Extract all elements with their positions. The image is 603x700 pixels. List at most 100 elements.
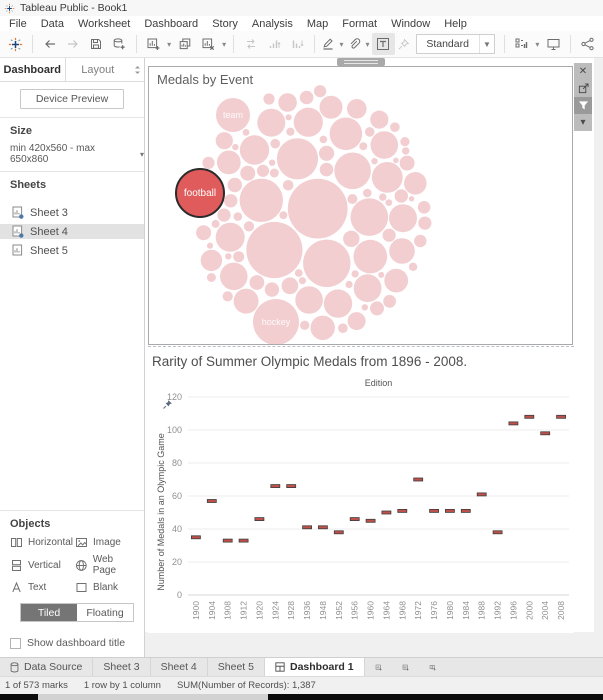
gantt-mark[interactable]	[398, 509, 407, 512]
size-dropdown[interactable]: min 420x560 - max 650x860 ▾	[10, 143, 144, 165]
bubble[interactable]	[352, 270, 359, 277]
bubble[interactable]	[320, 163, 334, 177]
show-mark-labels-button[interactable]	[372, 33, 395, 55]
bubble[interactable]	[286, 128, 294, 136]
bubble[interactable]	[371, 158, 377, 164]
menu-map[interactable]: Map	[300, 18, 335, 30]
fix-axes-button[interactable]	[395, 33, 412, 55]
bubble[interactable]	[389, 238, 415, 264]
pane-collapse-button[interactable]	[130, 58, 144, 81]
bubble[interactable]	[246, 222, 302, 278]
gantt-scatter-chart[interactable]: 0204060801001201900190419081912192019241…	[148, 389, 574, 634]
bubble[interactable]	[338, 323, 348, 333]
bubble[interactable]	[212, 220, 220, 228]
bubble[interactable]	[347, 99, 367, 119]
gantt-mark[interactable]	[541, 432, 550, 435]
bubble[interactable]	[196, 225, 211, 240]
bubble[interactable]	[207, 243, 213, 249]
bubble[interactable]	[370, 301, 384, 315]
new-dashboard-tab-button[interactable]	[392, 658, 419, 676]
go-to-sheet-button[interactable]	[574, 80, 592, 97]
remove-zone-button[interactable]: ✕	[574, 63, 592, 80]
bubble[interactable]	[282, 277, 299, 294]
gantt-mark[interactable]	[477, 493, 486, 496]
bubble[interactable]	[299, 277, 306, 284]
menu-story[interactable]: Story	[205, 18, 245, 30]
bubble[interactable]	[354, 240, 388, 274]
zone-more-options-button[interactable]: ▾	[574, 114, 592, 131]
gantt-mark[interactable]	[430, 509, 439, 512]
bubble[interactable]	[354, 274, 382, 302]
gantt-mark[interactable]	[255, 518, 264, 521]
gantt-mark[interactable]	[207, 500, 216, 503]
bubble[interactable]	[359, 142, 367, 150]
gantt-mark[interactable]	[271, 485, 280, 488]
object-vertical[interactable]: Vertical	[10, 554, 73, 576]
bubble[interactable]	[324, 289, 352, 317]
bubble[interactable]	[295, 269, 303, 277]
bubble[interactable]	[269, 160, 275, 166]
bubble[interactable]	[233, 251, 244, 262]
bubble[interactable]	[362, 304, 368, 310]
bubble[interactable]	[348, 312, 366, 330]
group-members-button[interactable]	[346, 33, 363, 55]
bubble[interactable]	[286, 114, 292, 120]
bubble[interactable]	[216, 223, 245, 252]
bubble[interactable]	[400, 156, 415, 171]
bubble[interactable]	[346, 281, 353, 288]
bubble[interactable]	[409, 196, 414, 201]
bubble[interactable]	[404, 172, 427, 195]
bubble[interactable]	[365, 127, 375, 137]
bubble[interactable]	[277, 138, 318, 179]
bubble[interactable]	[240, 179, 283, 222]
gantt-mark[interactable]	[445, 509, 454, 512]
bubble[interactable]	[347, 194, 357, 204]
floating-button[interactable]: Floating	[77, 604, 133, 621]
menu-dashboard[interactable]: Dashboard	[137, 18, 205, 30]
bubble[interactable]	[257, 109, 285, 137]
bubble[interactable]	[383, 295, 396, 308]
show-cards-dropdown[interactable]: ▾	[533, 40, 542, 49]
bubble[interactable]	[217, 151, 241, 175]
bubble[interactable]	[320, 96, 343, 119]
tab-sheet3[interactable]: Sheet 3	[93, 658, 150, 676]
gantt-mark[interactable]	[303, 526, 312, 529]
bubble[interactable]	[351, 198, 389, 236]
object-text[interactable]: Text	[10, 581, 73, 594]
bubble[interactable]	[288, 179, 348, 239]
gantt-mark[interactable]	[223, 539, 232, 542]
presentation-mode-button[interactable]	[542, 33, 565, 55]
object-image[interactable]: Image	[75, 536, 138, 549]
gantt-mark[interactable]	[239, 539, 248, 542]
tab-sheet4[interactable]: Sheet 4	[151, 658, 208, 676]
gantt-mark[interactable]	[334, 531, 343, 534]
save-button[interactable]	[84, 33, 107, 55]
zone-rarity-of-medals[interactable]: Rarity of Summer Olympic Medals from 189…	[148, 346, 574, 633]
bubble[interactable]	[319, 146, 334, 161]
fit-selector[interactable]: Standard ▼	[416, 34, 495, 54]
new-data-source-button[interactable]	[108, 33, 131, 55]
sheet-item-sheet5[interactable]: Sheet 5	[0, 243, 144, 258]
menu-help[interactable]: Help	[437, 18, 474, 30]
show-dashboard-title-checkbox[interactable]	[10, 638, 21, 649]
highlight-button[interactable]	[320, 33, 337, 55]
tab-layout[interactable]: Layout	[66, 58, 131, 81]
bubble[interactable]	[244, 221, 254, 231]
bubble[interactable]	[240, 166, 255, 181]
gantt-mark[interactable]	[461, 509, 470, 512]
bubble[interactable]	[270, 169, 279, 178]
bubble[interactable]	[265, 282, 279, 296]
gantt-mark[interactable]	[509, 422, 518, 425]
object-web-page[interactable]: Web Page	[75, 554, 138, 576]
menu-file[interactable]: File	[2, 18, 34, 30]
bubble[interactable]	[395, 189, 408, 202]
bubble[interactable]	[234, 289, 259, 314]
show-dashboard-title-row[interactable]: Show dashboard title	[0, 628, 144, 657]
menu-worksheet[interactable]: Worksheet	[71, 18, 137, 30]
menu-format[interactable]: Format	[335, 18, 384, 30]
bubble[interactable]	[295, 286, 323, 314]
object-horizontal[interactable]: Horizontal	[10, 536, 73, 549]
bubble[interactable]	[216, 132, 233, 149]
bubble[interactable]	[385, 199, 392, 206]
bubble[interactable]	[402, 147, 409, 154]
